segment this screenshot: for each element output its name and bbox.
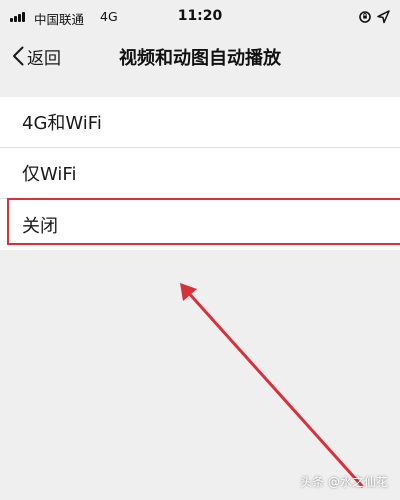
option-wifi-only[interactable]: 仅WiFi: [0, 148, 400, 199]
status-bar: 中国联通 4G 11:20: [0, 0, 400, 36]
page-title: 视频和动图自动播放: [119, 48, 281, 69]
option-4g-and-wifi[interactable]: 4G和WiFi: [0, 97, 400, 148]
highlight-box: [7, 198, 400, 245]
orientation-lock-icon: [359, 11, 371, 23]
watermark: 头条 @水之仙花: [300, 475, 388, 489]
status-time: 11:20: [177, 8, 223, 24]
option-label: 仅WiFi: [22, 164, 77, 185]
arrowhead: [180, 283, 197, 301]
option-label: 4G和WiFi: [22, 113, 102, 134]
location-arrow-icon: [377, 10, 390, 24]
nav-bar: 返回 视频和动图自动播放: [0, 36, 400, 76]
status-icons: [359, 10, 390, 24]
